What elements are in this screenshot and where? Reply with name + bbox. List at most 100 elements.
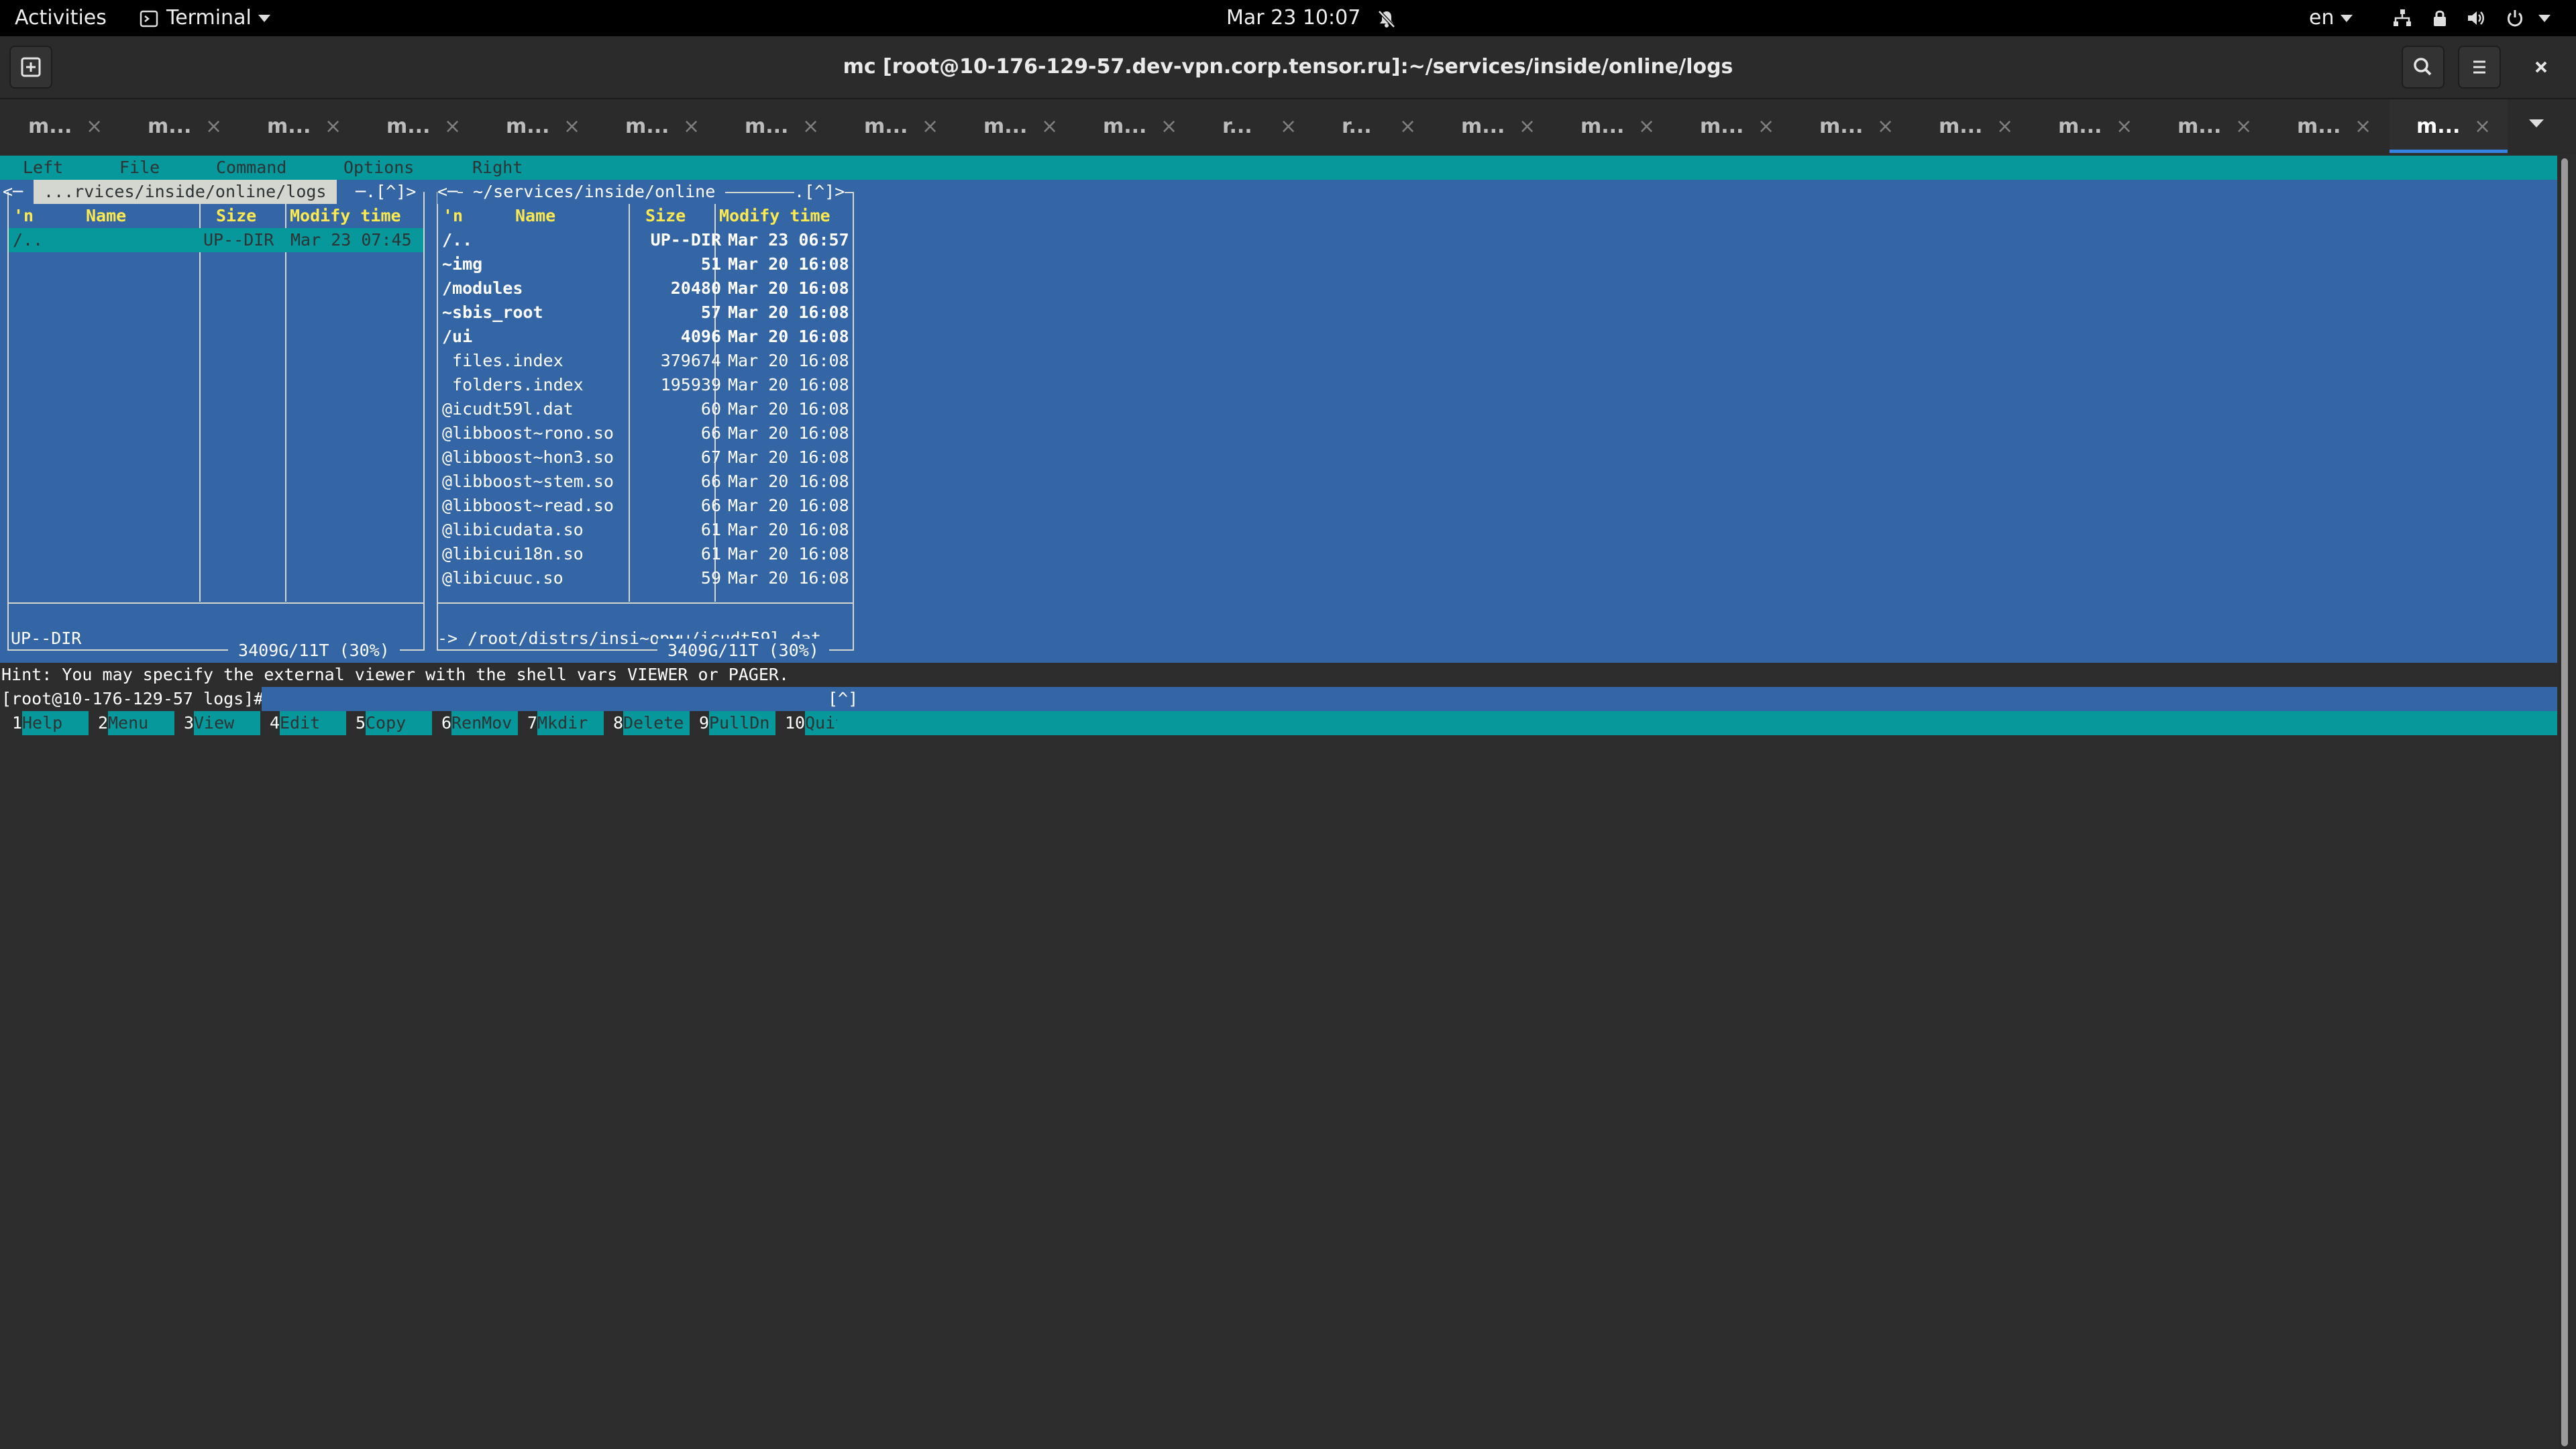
table-row[interactable]: files.index 379674 Mar 20 16:08: [438, 349, 853, 373]
mc-menu-left[interactable]: Left: [23, 156, 63, 180]
left-panel-path[interactable]: ...rvices/inside/online/logs: [34, 180, 337, 204]
tab[interactable]: m... ×: [1792, 99, 1911, 154]
close-icon[interactable]: ×: [1638, 99, 1655, 154]
tab[interactable]: m... ×: [598, 99, 716, 154]
activities-button[interactable]: Activities: [15, 0, 107, 36]
tab[interactable]: r... ×: [1195, 99, 1313, 154]
close-icon[interactable]: ×: [922, 99, 938, 154]
right-panel-path[interactable]: ~/services/inside/online: [463, 180, 726, 204]
column-header-name[interactable]: Name: [515, 204, 555, 228]
clock[interactable]: Mar 23 10:07: [1226, 0, 1397, 36]
table-row[interactable]: @libboost~read.so 66 Mar 20 16:08: [438, 494, 853, 518]
table-row[interactable]: @libboost~stem.so 66 Mar 20 16:08: [438, 470, 853, 494]
tab[interactable]: m... ×: [1434, 99, 1552, 154]
mc-right-panel[interactable]: <─ ~/services/inside/online .[^]> 'n Nam…: [429, 180, 859, 663]
tab[interactable]: m... ×: [1673, 99, 1791, 154]
prompt-history-indicator[interactable]: [^]: [828, 687, 858, 711]
table-row[interactable]: @icudt59l.dat 60 Mar 20 16:08: [438, 397, 853, 421]
tab[interactable]: m... ×: [1912, 99, 2030, 154]
close-icon[interactable]: ×: [564, 99, 580, 154]
close-icon[interactable]: ×: [1280, 99, 1297, 154]
fkey-copy-button[interactable]: Copy: [366, 711, 432, 735]
table-row[interactable]: @libboost~rono.so 66 Mar 20 16:08: [438, 421, 853, 445]
terminal-screen[interactable]: Left File Command Options Right <─ ...rv…: [0, 156, 2557, 1449]
column-header-modify-time[interactable]: Modify time: [290, 204, 401, 228]
tab-active[interactable]: m... ×: [2390, 99, 2508, 154]
sort-indicator[interactable]: 'n: [13, 204, 34, 228]
column-header-size[interactable]: Size: [645, 204, 686, 228]
tab[interactable]: m... ×: [2031, 99, 2149, 154]
fkey-delete-button[interactable]: Delete: [623, 711, 690, 735]
close-icon[interactable]: ×: [86, 99, 103, 154]
tab[interactable]: m... ×: [1, 99, 119, 154]
close-icon[interactable]: ×: [2355, 99, 2371, 154]
fkey-menu-button[interactable]: Menu: [108, 711, 174, 735]
tab[interactable]: m... ×: [2151, 99, 2269, 154]
close-icon[interactable]: ×: [2235, 99, 2252, 154]
tab[interactable]: m... ×: [718, 99, 836, 154]
fkey-mkdir-button[interactable]: Mkdir: [537, 711, 604, 735]
close-icon[interactable]: ×: [1399, 99, 1416, 154]
close-icon[interactable]: ×: [325, 99, 341, 154]
tab[interactable]: m... ×: [837, 99, 955, 154]
table-row-selected[interactable]: /.. UP--DIR Mar 23 07:45: [9, 228, 423, 252]
tab[interactable]: m... ×: [121, 99, 239, 154]
tab[interactable]: m... ×: [1554, 99, 1672, 154]
right-panel-history[interactable]: .[^]>: [794, 180, 845, 204]
hamburger-menu-button[interactable]: [2458, 46, 2501, 89]
table-row[interactable]: folders.index 195939 Mar 20 16:08: [438, 373, 853, 397]
fkey-renmov-button[interactable]: RenMov: [451, 711, 518, 735]
tab-overflow-chevron-icon[interactable]: [2529, 119, 2544, 127]
network-wired-icon[interactable]: [2392, 8, 2412, 28]
column-header-size[interactable]: Size: [216, 204, 256, 228]
left-panel-history[interactable]: ─.[^]>: [356, 180, 416, 204]
close-icon[interactable]: ×: [1877, 99, 1894, 154]
mc-menu-file[interactable]: File: [119, 156, 160, 180]
table-row[interactable]: /ui 4096 Mar 20 16:08: [438, 325, 853, 349]
close-icon[interactable]: ×: [683, 99, 700, 154]
table-row[interactable]: @libboost~hon3.so 67 Mar 20 16:08: [438, 445, 853, 470]
column-header-modify-time[interactable]: Modify time: [719, 204, 830, 228]
scrollbar-thumb[interactable]: [2561, 158, 2568, 1446]
tab[interactable]: m... ×: [240, 99, 358, 154]
mc-menu-options[interactable]: Options: [343, 156, 414, 180]
tab[interactable]: r... ×: [1315, 99, 1433, 154]
close-icon[interactable]: ×: [1161, 99, 1177, 154]
mc-menu-command[interactable]: Command: [216, 156, 286, 180]
table-row[interactable]: @libicuuc.so 59 Mar 20 16:08: [438, 566, 853, 590]
close-icon[interactable]: ×: [1758, 99, 1774, 154]
mc-command-line[interactable]: [root@10-176-129-57 logs]# [^]: [0, 687, 2557, 711]
tab[interactable]: m... ×: [2270, 99, 2388, 154]
sort-indicator[interactable]: 'n: [443, 204, 463, 228]
close-window-button[interactable]: [2520, 46, 2563, 89]
tab[interactable]: m... ×: [479, 99, 597, 154]
command-input[interactable]: [262, 687, 2557, 711]
fkey-edit-button[interactable]: Edit: [280, 711, 346, 735]
close-icon[interactable]: ×: [205, 99, 222, 154]
tab[interactable]: m... ×: [1076, 99, 1194, 154]
table-row[interactable]: ~sbis_root 57 Mar 20 16:08: [438, 301, 853, 325]
close-icon[interactable]: ×: [1996, 99, 2013, 154]
close-icon[interactable]: ×: [802, 99, 819, 154]
column-header-name[interactable]: Name: [86, 204, 126, 228]
fkey-view-button[interactable]: View: [194, 711, 260, 735]
input-language-menu[interactable]: en: [2309, 0, 2353, 36]
table-row[interactable]: @libicui18n.so 61 Mar 20 16:08: [438, 542, 853, 566]
app-menu[interactable]: Terminal: [140, 0, 270, 36]
tab[interactable]: m... ×: [360, 99, 478, 154]
table-row[interactable]: /.. UP--DIR Mar 23 06:57: [438, 228, 853, 252]
tab[interactable]: m... ×: [957, 99, 1075, 154]
system-menu-chevron-icon[interactable]: [2538, 15, 2551, 22]
table-row[interactable]: @libicudata.so 61 Mar 20 16:08: [438, 518, 853, 542]
close-icon[interactable]: ×: [2474, 99, 2491, 154]
lock-icon[interactable]: [2430, 8, 2450, 28]
table-row[interactable]: ~img 51 Mar 20 16:08: [438, 252, 853, 276]
close-icon[interactable]: ×: [1041, 99, 1058, 154]
power-icon[interactable]: [2505, 8, 2525, 28]
mc-left-panel[interactable]: <─ ...rvices/inside/online/logs ─.[^]> '…: [0, 180, 429, 663]
table-row[interactable]: /modules 20480 Mar 20 16:08: [438, 276, 853, 301]
close-icon[interactable]: ×: [1519, 99, 1536, 154]
fkey-help-button[interactable]: Help: [22, 711, 89, 735]
new-tab-button[interactable]: [9, 46, 52, 89]
volume-icon[interactable]: [2466, 8, 2486, 28]
